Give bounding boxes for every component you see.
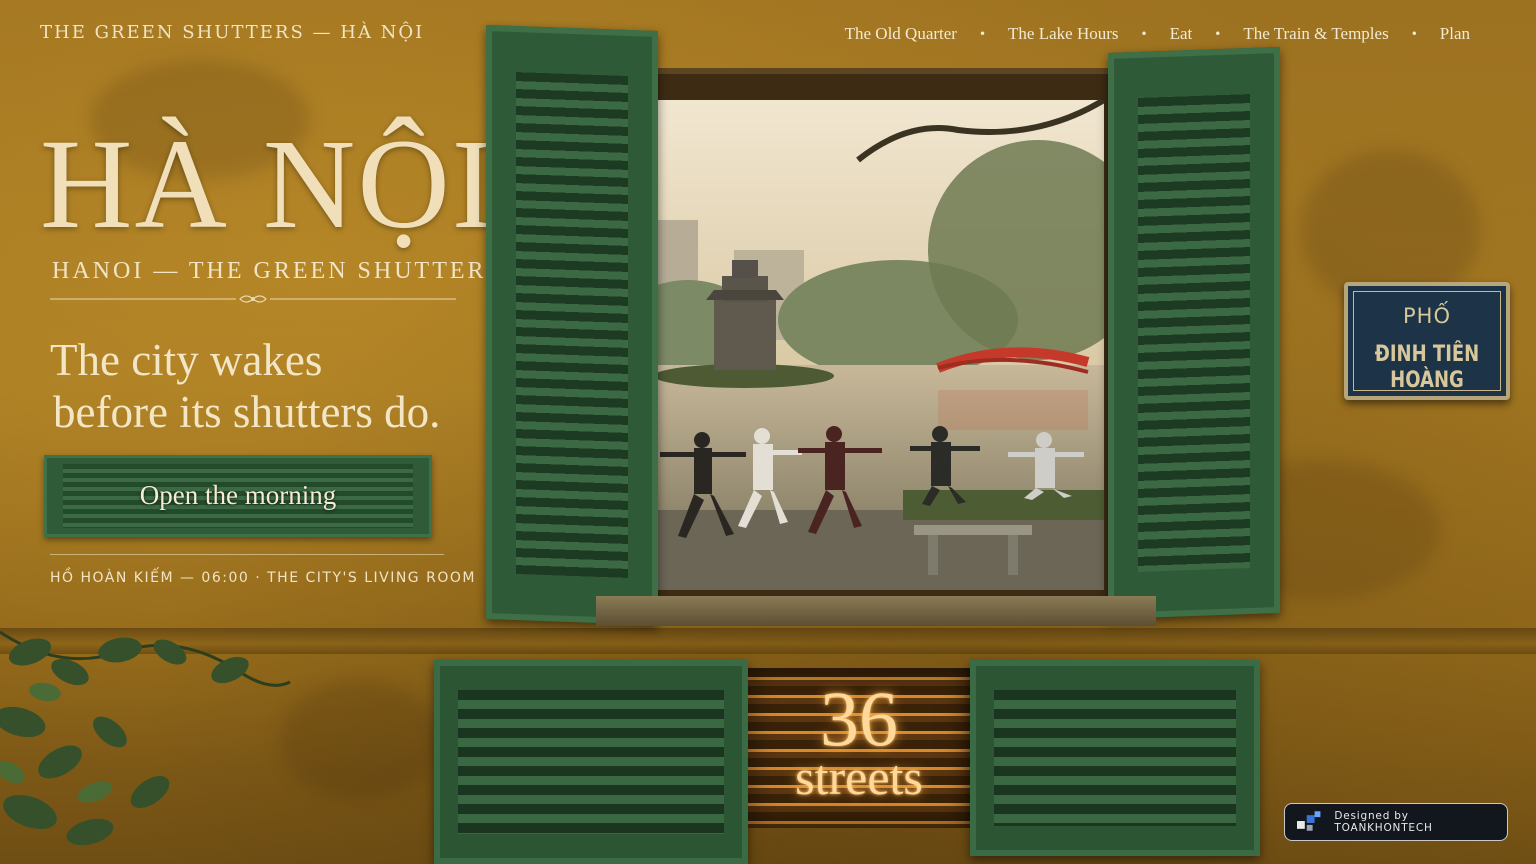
nav-item-train-temples[interactable]: The Train & Temples xyxy=(1243,24,1388,44)
lower-left-shutter xyxy=(434,660,748,864)
shutter-louvers xyxy=(1138,94,1250,572)
lake-scene-illustration xyxy=(658,100,1104,590)
nav-separator: • xyxy=(1140,27,1148,41)
nav-separator: • xyxy=(1410,27,1418,41)
nav-item-lake-hours[interactable]: The Lake Hours xyxy=(1008,24,1118,44)
designer-credit-text: Designed by TOANKHONTECH xyxy=(1334,810,1433,834)
hero-tagline: The city wakes before its shutters do. xyxy=(50,334,480,438)
vine-foliage xyxy=(0,630,291,846)
lower-right-shutter xyxy=(970,660,1260,856)
designer-logo-icon xyxy=(1297,811,1321,831)
streets-count-label: streets xyxy=(795,749,923,805)
nav-item-plan[interactable]: Plan xyxy=(1440,24,1470,44)
street-sign-prefix: PHỐ xyxy=(1403,304,1451,328)
nav-item-old-quarter[interactable]: The Old Quarter xyxy=(845,24,957,44)
open-morning-button[interactable]: Open the morning xyxy=(44,455,432,537)
lake-scene-photo xyxy=(658,100,1104,590)
window-sill xyxy=(596,596,1156,626)
streets-count: 36 xyxy=(820,675,898,762)
street-sign: PHỐ ĐINH TIÊN HOÀNG xyxy=(1344,282,1510,400)
right-window-shutter xyxy=(1108,46,1280,620)
page-title: HÀ NỘI xyxy=(40,113,497,255)
wall-stain xyxy=(280,680,440,800)
nav-item-eat[interactable]: Eat xyxy=(1170,24,1193,44)
main-nav: The Old Quarter • The Lake Hours • Eat •… xyxy=(845,24,1470,44)
left-window-shutter xyxy=(486,24,658,626)
street-sign-name: ĐINH TIÊN HOÀNG xyxy=(1374,340,1480,394)
page-subtitle: HANOI — THE GREEN SHUTTERS xyxy=(52,258,503,284)
location-caption: HỒ HOÀN KIẾM — 06:00 · THE CITY'S LIVING… xyxy=(50,570,476,586)
nav-separator: • xyxy=(1214,27,1222,41)
caption-divider xyxy=(50,554,444,555)
nav-separator: • xyxy=(978,27,987,41)
open-morning-button-label: Open the morning xyxy=(139,480,337,510)
tagline-line-1: The city wakes xyxy=(50,335,323,385)
shutter-louvers xyxy=(994,690,1236,826)
shutter-louvers xyxy=(458,690,724,834)
ornament-divider xyxy=(50,295,456,303)
shutter-louvers xyxy=(516,72,628,578)
brand-wordmark[interactable]: THE GREEN SHUTTERS — HÀ NỘI xyxy=(40,22,424,43)
tagline-line-2: before its shutters do. xyxy=(53,387,441,437)
designer-credit-badge[interactable]: Designed by TOANKHONTECH xyxy=(1284,803,1508,841)
